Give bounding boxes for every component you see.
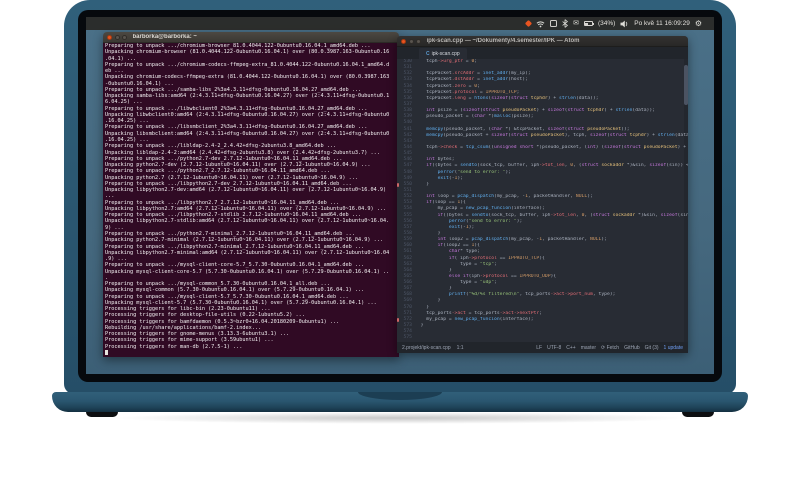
wifi-icon[interactable] — [536, 20, 545, 28]
cpp-file-icon: C — [426, 50, 430, 57]
bluetooth-icon[interactable] — [562, 19, 569, 28]
terminal-line: Unpacking libldap-2.4-2:amd64 (2.4.42+df… — [105, 149, 380, 156]
status-item[interactable]: master — [581, 345, 596, 351]
terminal-line: Preparing to unpack .../libwbclient0_2%3… — [105, 105, 368, 112]
terminal-line: Preparing to unpack .../libpython2.7-min… — [105, 243, 365, 250]
tab-bar: C ipk-scan.cpp — [397, 47, 688, 59]
status-item[interactable]: ⟳ Fetch — [601, 345, 619, 351]
status-file-path[interactable]: 2.projekt/ipk-scan.cpp — [402, 345, 451, 351]
battery-percentage: (34%) — [597, 20, 616, 27]
laptop-shadow — [110, 412, 690, 424]
terminal-line: Unpacking python2.7-minimal (2.7.12-1ubu… — [105, 237, 383, 244]
keyboard-layout-icon[interactable] — [550, 20, 558, 27]
terminal-line: Unpacking python2.7 (2.7.12-1ubuntu0~16.… — [105, 174, 358, 181]
terminal-titlebar: barborka@barborka: ~ — [103, 32, 399, 43]
software-updater-icon[interactable] — [525, 19, 533, 28]
terminal-line: Preparing to unpack .../libsmbclient_2%3… — [105, 124, 368, 131]
terminal-line: Unpacking samba-libs:amd64 (2:4.3.11+dfs… — [105, 93, 390, 100]
session-gear-icon[interactable]: ⚙ — [695, 19, 702, 28]
desktop: ✉ (34%) Po kvě 11 16:09:29 ⚙ barborka@ba… — [86, 17, 714, 374]
battery-icon[interactable] — [583, 21, 594, 26]
line-number: 575 — [403, 335, 412, 341]
terminal-line: Preparing to unpack .../chromium-codecs-… — [105, 61, 390, 68]
tab-ipk-scan[interactable]: C ipk-scan.cpp — [419, 48, 467, 59]
status-item[interactable]: GitHub — [624, 345, 640, 351]
atom-title: ipk-scan.cpp — ~/Dokumenty/4.semester/IP… — [426, 38, 580, 44]
top-panel: ✉ (34%) Po kvě 11 16:09:29 ⚙ — [86, 17, 714, 30]
status-item[interactable]: LF — [536, 345, 542, 351]
status-cursor-position[interactable]: 1:1 — [457, 345, 464, 351]
mail-icon[interactable]: ✉ — [573, 20, 579, 27]
terminal-line: Unpacking libpython2.7-stdlib:amd64 (2.7… — [105, 218, 390, 225]
terminal-line: Unpacking libwbclient0:amd64 (2:4.3.11+d… — [105, 111, 390, 118]
terminal-line: Unpacking chromium-browser (81.0.4044.12… — [105, 49, 390, 56]
status-bar: 2.projekt/ipk-scan.cpp 1:1 LF UTF-8 C++ mas… — [397, 342, 688, 353]
atom-titlebar: ipk-scan.cpp — ~/Dokumenty/4.semester/IP… — [397, 36, 688, 47]
status-item[interactable]: Git (3) — [645, 345, 659, 351]
code-line: 575 — [397, 335, 688, 341]
terminal-line: Unpacking mysql-common (5.7.30-0ubuntu0.… — [105, 287, 365, 294]
volume-icon[interactable] — [620, 20, 629, 28]
code-editor[interactable]: 530 tcph->urg_ptr = 0; 531 532 tcpPacket.s… — [397, 59, 688, 342]
terminal-output[interactable]: Preparing to unpack .../chromium-browser… — [103, 43, 399, 357]
maximize-button[interactable] — [416, 38, 421, 44]
clock[interactable]: Po kvě 11 16:09:29 — [634, 20, 690, 27]
terminal-line: Unpacking mysql-client-core-5.7 (5.7.30-… — [105, 268, 390, 275]
terminal-window: barborka@barborka: ~ Preparing to unpack… — [103, 32, 399, 357]
atom-window: ipk-scan.cpp — ~/Dokumenty/4.semester/IP… — [397, 36, 688, 353]
laptop-mockup: ✉ (34%) Po kvě 11 16:09:29 ⚙ barborka@ba… — [0, 0, 800, 477]
status-update-badge[interactable]: 1 update — [664, 345, 683, 351]
terminal-line: Unpacking libpython2.7-minimal:amd64 (2.… — [105, 249, 390, 256]
terminal-cursor-line — [105, 350, 397, 356]
terminal-line: Preparing to unpack .../mysql-client-cor… — [105, 262, 365, 269]
terminal-title: barborka@barborka: ~ — [132, 34, 197, 40]
close-button[interactable] — [107, 34, 112, 40]
maximize-button[interactable] — [122, 34, 127, 40]
terminal-cursor — [105, 350, 108, 356]
git-modified-marker — [397, 317, 399, 322]
tab-label: ipk-scan.cpp — [431, 50, 460, 57]
status-item[interactable]: UTF-8 — [547, 345, 561, 351]
status-item[interactable]: C++ — [566, 345, 575, 351]
terminal-line: Unpacking chromium-codecs-ffmpeg-extra (… — [105, 74, 390, 81]
minimize-button[interactable] — [114, 34, 120, 40]
terminal-line: Unpacking libpython2.7-dev:amd64 (2.7.12… — [105, 187, 387, 194]
git-modified-marker — [397, 182, 399, 187]
close-button[interactable] — [401, 38, 406, 44]
minimize-button[interactable] — [408, 38, 414, 44]
terminal-line: Unpacking libsmbclient:amd64 (2:4.3.11+d… — [105, 130, 390, 137]
